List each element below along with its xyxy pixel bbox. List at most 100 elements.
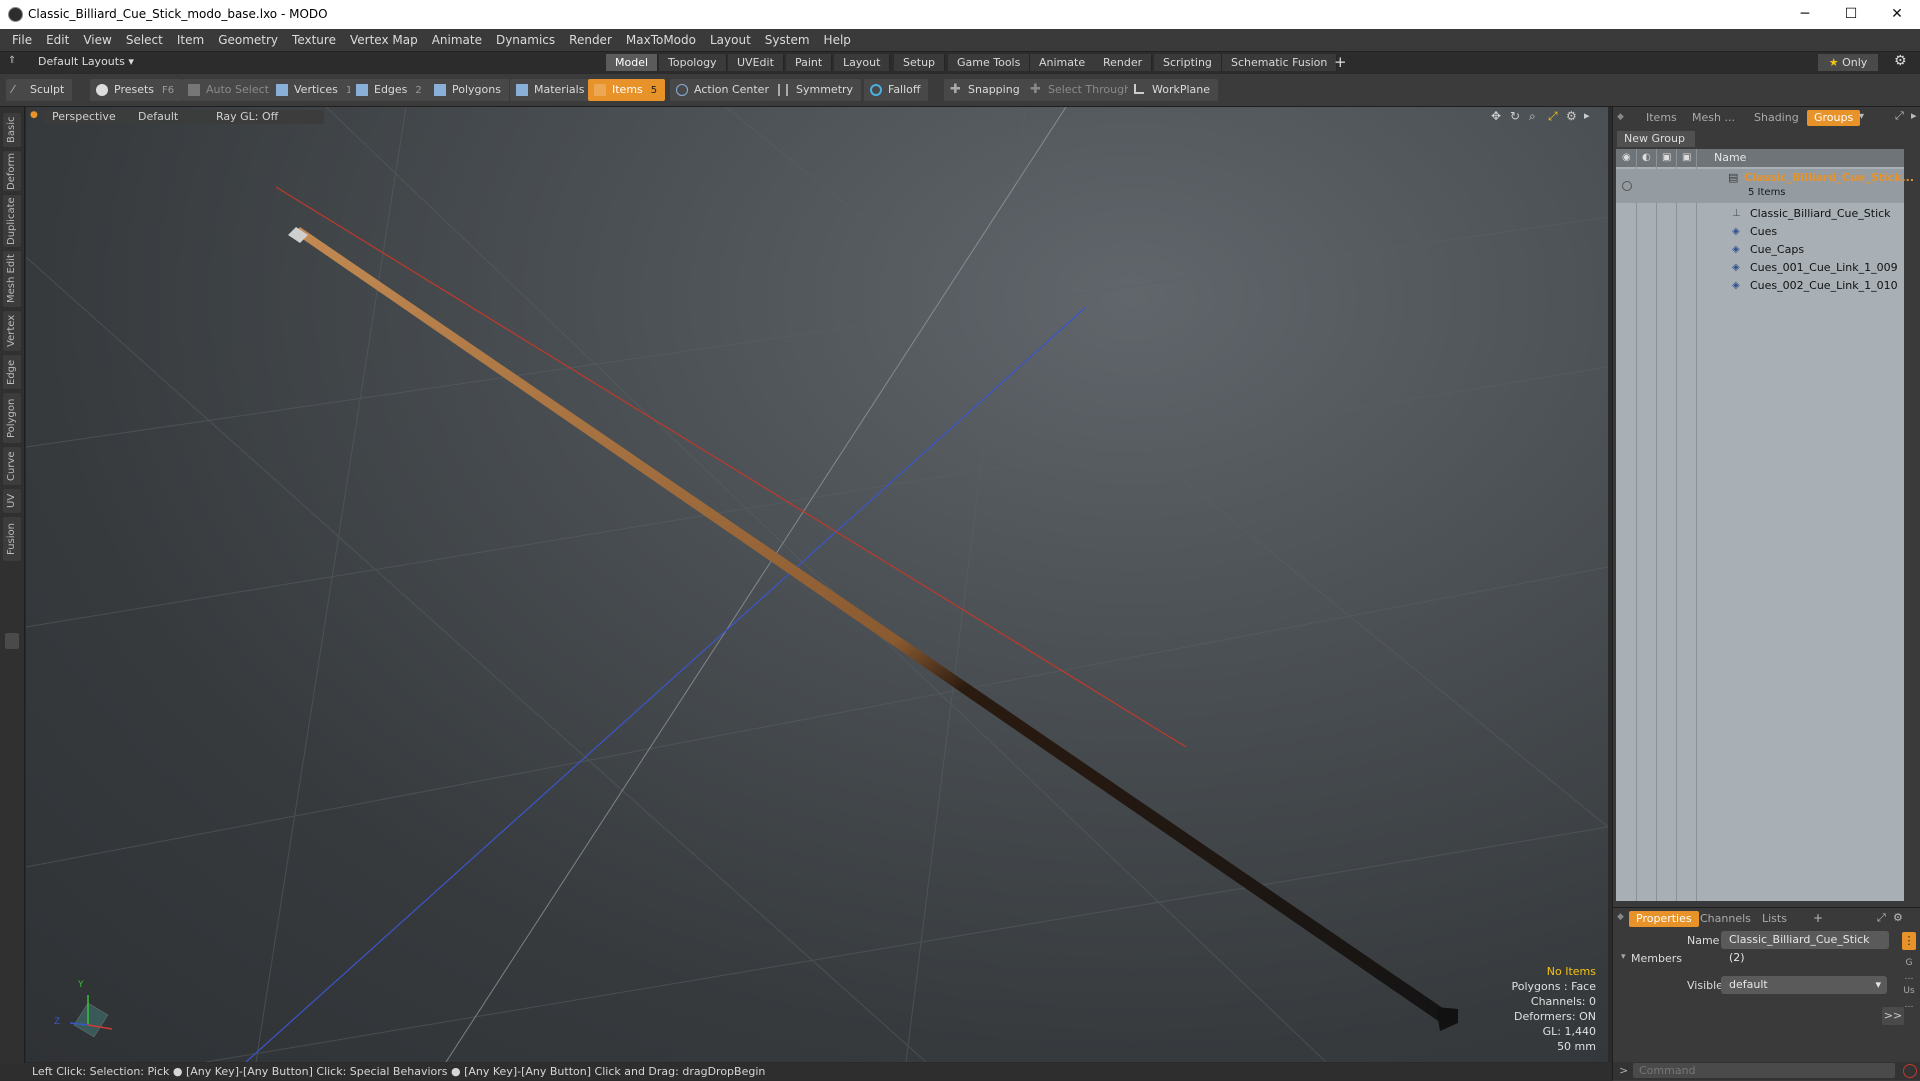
tab-topology[interactable]: Topology [659, 54, 727, 71]
presets-button[interactable]: Presets F6 [90, 79, 183, 101]
tab-mesh[interactable]: Mesh ... [1685, 110, 1742, 126]
menu-system[interactable]: System [758, 29, 817, 51]
menu-animate[interactable]: Animate [425, 29, 489, 51]
panel-expand-icon[interactable]: ⤢ [1895, 109, 1904, 123]
menu-texture[interactable]: Texture [285, 29, 343, 51]
tab-setup[interactable]: Setup [894, 54, 946, 71]
name-column-header[interactable]: Name [1714, 151, 1746, 164]
materials-button[interactable]: Materials [510, 79, 593, 101]
tab-overflow-icon[interactable]: ▾ [1859, 111, 1864, 122]
tab-channels[interactable]: Channels [1693, 911, 1758, 927]
list-item[interactable]: ◈ Cues_002_Cue_Link_1_010 [1616, 277, 1904, 295]
new-group-button[interactable]: New Group [1617, 131, 1695, 147]
properties-menu-icon[interactable]: ◆ [1617, 912, 1624, 922]
menu-geometry[interactable]: Geometry [211, 29, 285, 51]
add-tab-button[interactable]: + [1334, 53, 1347, 71]
eye-icon[interactable] [1622, 181, 1632, 191]
collapse-icon[interactable]: ⇑ [8, 55, 20, 69]
name-options-button[interactable]: ⋮ [1902, 932, 1916, 950]
menu-maxtomodo[interactable]: MaxToModo [619, 29, 703, 51]
layouts-dropdown[interactable]: Default Layouts ▾ [38, 55, 134, 68]
only-toggle[interactable]: ★ Only [1818, 54, 1878, 71]
tab-schematic-fusion[interactable]: Schematic Fusion [1222, 54, 1338, 71]
tab-basic[interactable]: Basic [3, 113, 21, 147]
record-icon[interactable] [1903, 1064, 1917, 1078]
menu-edit[interactable]: Edit [39, 29, 76, 51]
visible-dropdown[interactable]: default ▾ [1721, 976, 1887, 994]
tab-lists[interactable]: Lists [1755, 911, 1794, 927]
menu-help[interactable]: Help [817, 29, 858, 51]
raygl-toggle[interactable]: Ray GL: Off [208, 110, 324, 124]
items-button[interactable]: Items 5 [588, 79, 666, 101]
side-tabs[interactable]: G… Us… [1902, 956, 1916, 1046]
action-center-button[interactable]: Action Center [670, 79, 777, 101]
select-through-button[interactable]: ✚ Select Through [1024, 79, 1140, 101]
add-tab-button[interactable]: + [1813, 911, 1823, 925]
gear-icon[interactable]: ⚙ [1894, 53, 1907, 69]
tab-layout[interactable]: Layout [834, 54, 891, 71]
properties-gear-icon[interactable]: ⚙ [1893, 911, 1903, 924]
snapping-button[interactable]: ✚ Snapping [944, 79, 1028, 101]
viewport-expand-icon[interactable]: ▸ [1584, 109, 1590, 122]
visibility-column-icon[interactable]: ◉ [1622, 152, 1631, 163]
menu-render[interactable]: Render [562, 29, 619, 51]
tab-vertex[interactable]: Vertex [3, 311, 21, 351]
tab-uv[interactable]: UV [3, 489, 21, 513]
list-item[interactable]: ⊥ Classic_Billiard_Cue_Stick [1616, 205, 1904, 223]
tab-groups[interactable]: Groups [1807, 110, 1861, 126]
tab-mesh-edit[interactable]: Mesh Edit [3, 251, 21, 307]
polygons-button[interactable]: Polygons [428, 79, 509, 101]
view-mode-dropdown[interactable]: Perspective [44, 110, 140, 124]
maximize-button[interactable]: ☐ [1828, 0, 1874, 29]
panel-arrow-icon[interactable]: ▸ [1911, 109, 1917, 122]
lock-column-icon[interactable]: ▣ [1662, 152, 1671, 163]
tab-fusion[interactable]: Fusion [3, 517, 21, 561]
fit-icon[interactable]: ⤢ [1548, 109, 1558, 124]
edges-button[interactable]: Edges 2 [350, 79, 430, 101]
tab-game-tools[interactable]: Game Tools [948, 54, 1031, 71]
tab-render[interactable]: Render [1094, 54, 1153, 71]
list-item[interactable]: ◈ Cues [1616, 223, 1904, 241]
symmetry-button[interactable]: Symmetry [772, 79, 862, 101]
name-field[interactable]: Classic_Billiard_Cue_Stick (2) [1721, 931, 1889, 964]
close-button[interactable]: ✕ [1874, 0, 1920, 29]
tab-deform[interactable]: Deform [3, 151, 21, 191]
tab-paint[interactable]: Paint [786, 54, 833, 71]
shading-dropdown[interactable]: Default [130, 110, 214, 124]
menu-item[interactable]: Item [170, 29, 211, 51]
3d-viewport[interactable]: Y Z ● Perspective Default Ray GL: Off ✥ … [26, 107, 1608, 1062]
properties-expand-icon[interactable]: ⤢ [1877, 911, 1886, 925]
tab-shading[interactable]: Shading [1747, 110, 1806, 126]
menu-dynamics[interactable]: Dynamics [489, 29, 562, 51]
auto-select-button[interactable]: Auto Select [182, 79, 277, 101]
collapse-arrow-icon[interactable]: ▾ [1621, 952, 1626, 962]
select-column-icon[interactable]: ▣ [1682, 152, 1691, 163]
menu-vertex-map[interactable]: Vertex Map [343, 29, 425, 51]
tab-items[interactable]: Items [1639, 110, 1684, 126]
groups-tree[interactable]: ◉ ◐ ▣ ▣ Name ▤ Classic_Billiard_Cue_Stic… [1616, 149, 1914, 901]
group-row[interactable]: ▤ Classic_Billiard_Cue_Stick... 5 Items [1616, 169, 1914, 203]
menu-layout[interactable]: Layout [703, 29, 758, 51]
group-name[interactable]: Classic_Billiard_Cue_Stick... [1744, 171, 1914, 184]
strip-toggle-button[interactable] [5, 633, 19, 649]
tab-polygon[interactable]: Polygon [3, 393, 21, 443]
menu-file[interactable]: File [5, 29, 39, 51]
viewport-menu-icon[interactable]: ● [30, 110, 38, 120]
tab-model[interactable]: Model [606, 54, 659, 71]
cue-stick-model[interactable] [294, 227, 1450, 1025]
list-item[interactable]: ◈ Cue_Caps [1616, 241, 1904, 259]
falloff-button[interactable]: Falloff [864, 79, 929, 101]
tab-curve[interactable]: Curve [3, 447, 21, 485]
menu-view[interactable]: View [76, 29, 118, 51]
render-column-icon[interactable]: ◐ [1642, 152, 1651, 163]
command-input[interactable] [1633, 1063, 1895, 1078]
menu-select[interactable]: Select [119, 29, 170, 51]
tab-edge[interactable]: Edge [3, 355, 21, 389]
list-item[interactable]: ◈ Cues_001_Cue_Link_1_009 [1616, 259, 1904, 277]
vertices-button[interactable]: Vertices1 [270, 79, 361, 101]
workplane-button[interactable]: WorkPlane [1128, 79, 1219, 101]
tab-scripting[interactable]: Scripting [1154, 54, 1222, 71]
viewport-settings-icon[interactable]: ⚙ [1566, 109, 1577, 123]
panel-menu-icon[interactable]: ◆ [1617, 112, 1624, 122]
more-button[interactable]: >> [1882, 1007, 1904, 1025]
